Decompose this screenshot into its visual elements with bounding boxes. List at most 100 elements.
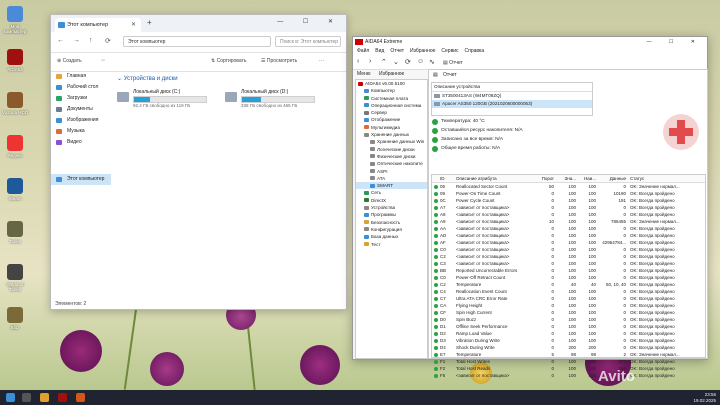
smart-row[interactable]: C7 Ultra ATA CRC Error Rate 0 100 100 0 OK: Вс… — [432, 295, 705, 302]
collapse-icon[interactable]: ⌄ — [393, 58, 399, 66]
smart-row[interactable]: C3 <зависит от поставщика> 0 100 100 0 OK: Все… — [432, 260, 705, 267]
menu-item[interactable]: Справка — [465, 48, 485, 54]
smart-row[interactable]: C2 Temperature 0 40 40 50, 10, 40 OK: Всегда п… — [432, 281, 705, 288]
more-options-button[interactable]: ··· — [319, 58, 324, 64]
smart-row[interactable]: A7 <зависит от поставщика> 0 100 100 0 OK: Все… — [432, 204, 705, 211]
smart-row[interactable]: D2 Ramp Load Value 0 100 100 0 OK: Всегда прой… — [432, 330, 705, 337]
smart-row[interactable]: 09 Power-On Time Count 0 100 100 10190 OK: Все… — [432, 190, 705, 197]
tree-node[interactable]: Сеть — [356, 189, 427, 196]
search-icon[interactable] — [22, 393, 31, 402]
smart-row[interactable]: AA <зависит от поставщика> 0 100 100 0 OK: Все… — [432, 225, 705, 232]
tree-node[interactable]: Логические диски — [356, 146, 427, 153]
smart-row[interactable]: F1 Total Host Writes 0 100 100 371 OK: Всегда … — [432, 358, 705, 365]
desktop-icon[interactable]: Blitz — [2, 307, 28, 330]
app-taskbar-icon[interactable] — [76, 393, 85, 402]
smart-row[interactable]: F2 Total Host Reads 0 100 100 286 OK: Всегда п… — [432, 365, 705, 372]
sidebar-item[interactable]: Главная — [51, 71, 111, 82]
desktop-icon[interactable]: Яндекс — [2, 135, 28, 158]
smart-row[interactable]: C0 <зависит от поставщика> 0 100 100 0 OK: Все… — [432, 246, 705, 253]
tree-node[interactable]: Компьютер — [356, 87, 427, 94]
tree-node[interactable]: Безопасность — [356, 219, 427, 226]
refresh-icon[interactable]: ⟳ — [105, 37, 111, 45]
smart-row[interactable]: C0 Power-Off Retract Count 0 100 100 0 OK: Все… — [432, 274, 705, 281]
smart-row[interactable]: D3 Vibration During Write 0 100 100 0 OK: Всег… — [432, 337, 705, 344]
col-description[interactable]: Описание атрибута — [456, 175, 534, 182]
tree-node[interactable]: ASPI — [356, 168, 427, 175]
aida64-taskbar-icon[interactable] — [58, 393, 67, 402]
tree-node[interactable]: Системная плата — [356, 95, 427, 102]
smart-row[interactable]: BB Reported Uncorrectable Errors 0 100 100 0 O… — [432, 267, 705, 274]
col-status[interactable]: Статус — [630, 175, 702, 182]
tree-node[interactable]: Хранение данных Win — [356, 138, 427, 145]
tree-node[interactable]: Физические диски — [356, 153, 427, 160]
desktop-icon[interactable]: AIDA64 — [2, 49, 28, 72]
smart-row[interactable]: A8 <зависит от поставщика> 0 100 100 0 OK: Все… — [432, 211, 705, 218]
menu-item[interactable]: Отчет — [390, 48, 404, 54]
forward-arrow-icon[interactable]: → — [73, 37, 80, 44]
menu-item[interactable]: Вид — [375, 48, 384, 54]
desktop-icon[interactable]: Steam — [2, 178, 28, 201]
desktop-icon[interactable]: World of Tanks — [2, 264, 28, 292]
tree-node[interactable]: Хранение данных — [356, 131, 427, 138]
up-arrow-icon[interactable]: ⌃ — [381, 58, 387, 66]
window-controls[interactable]: — ☐ ✕ — [647, 37, 703, 47]
smart-row[interactable]: D0 Spin Buzz 0 100 100 0 OK: Всегда пройдено — [432, 316, 705, 323]
tree-node[interactable]: База данных — [356, 233, 427, 240]
tab-favorites[interactable]: Избранное — [379, 70, 404, 79]
chart-icon[interactable]: ∿ — [429, 58, 435, 66]
view-button[interactable]: ☰ Просмотреть — [261, 58, 297, 64]
up-arrow-icon[interactable]: ↑ — [89, 37, 93, 44]
device-item[interactable]: Apacer AS350 120GB (2021020600000053) — [432, 100, 592, 108]
back-arrow-icon[interactable]: ← — [57, 37, 64, 44]
smart-row[interactable]: E7 Temperature 5 98 98 2 OK: Значение нормал..… — [432, 351, 705, 358]
sidebar-item[interactable]: Изображения — [51, 115, 111, 126]
start-icon[interactable] — [6, 393, 15, 402]
tree-node[interactable]: Тест — [356, 241, 427, 248]
tree-node[interactable]: Операционная система — [356, 102, 427, 109]
smart-row[interactable]: D1 Offline Seek Performance 0 100 100 0 OK: Вс… — [432, 323, 705, 330]
drive-c[interactable]: Локальный диск (C:) 92,4 ГБ свободно из … — [117, 89, 207, 111]
sidebar-item[interactable]: Музыка — [51, 126, 111, 137]
tree-node[interactable]: AIDA64 v6.00.5100 — [356, 80, 427, 87]
cut-icon[interactable]: ✂ — [101, 58, 105, 64]
col-worst[interactable]: Наи... — [580, 175, 596, 182]
desktop-icon[interactable]: Victoria HDD — [2, 92, 28, 115]
sidebar-item[interactable]: Видео — [51, 137, 111, 148]
desktop-icon[interactable]: Мой компьютер — [2, 6, 28, 34]
smart-row[interactable]: CF Spin High Current 0 100 100 0 OK: Всегда пр… — [432, 309, 705, 316]
smart-row[interactable]: C4 Reallocation Event Count 0 100 100 0 OK: Вс… — [432, 288, 705, 295]
tree-node[interactable]: Сервер — [356, 109, 427, 116]
smart-row[interactable]: A9 <зависит от поставщика> 10 100 100 786455 O… — [432, 218, 705, 225]
sidebar-item[interactable]: Загрузки — [51, 93, 111, 104]
tree-node[interactable]: SMART — [356, 182, 427, 190]
explorer-taskbar-icon[interactable] — [40, 393, 49, 402]
tree-node[interactable]: Оптические накопите — [356, 160, 427, 167]
report-button[interactable]: ▤ Отчет — [443, 60, 463, 66]
col-id[interactable]: ID — [440, 175, 454, 182]
sidebar-item[interactable]: Документы — [51, 104, 111, 115]
window-controls[interactable]: — ☐ ✕ — [277, 18, 342, 25]
sidebar-item[interactable]: Рабочий стол — [51, 82, 111, 93]
tree-node[interactable]: Конфигурация — [356, 226, 427, 233]
smart-row[interactable]: AF <зависит от поставщика> 0 100 100 42954784… — [432, 239, 705, 246]
smart-row[interactable]: F5 <зависит от поставщика> 0 100 100 0 OK: Все… — [432, 372, 705, 379]
smart-row[interactable]: 05 Reallocated Sector Count 50 100 100 0 OK: З… — [432, 183, 705, 190]
menu-item[interactable]: Сервис — [441, 48, 458, 54]
sort-button[interactable]: ⇅ Сортировать — [211, 58, 246, 64]
desktop-icon[interactable]: Tanks — [2, 221, 28, 244]
smart-row[interactable]: CA Flying Height 0 100 100 0 OK: Всегда пройде… — [432, 302, 705, 309]
tree-node[interactable]: ATA — [356, 175, 427, 182]
col-threshold[interactable]: Порог — [536, 175, 554, 182]
menu-item[interactable]: Файл — [357, 48, 369, 54]
tree-node[interactable]: DirectX — [356, 197, 427, 204]
tab-menu[interactable]: Меню — [357, 70, 371, 79]
new-tab-button[interactable]: + — [147, 18, 152, 27]
create-button[interactable]: ⊕ Создать — [57, 58, 82, 64]
system-clock[interactable]: 23:56 19.02.2025 — [693, 392, 716, 403]
device-item[interactable]: ST3500413AS (W4MT09ZQ) — [432, 92, 592, 100]
tree-node[interactable]: Устройства — [356, 204, 427, 211]
menu-item[interactable]: Избранное — [410, 48, 435, 54]
close-tab-icon[interactable]: ✕ — [131, 18, 136, 32]
tree-node[interactable]: Отображение — [356, 116, 427, 123]
content-report-label[interactable]: Отчет — [443, 70, 457, 80]
